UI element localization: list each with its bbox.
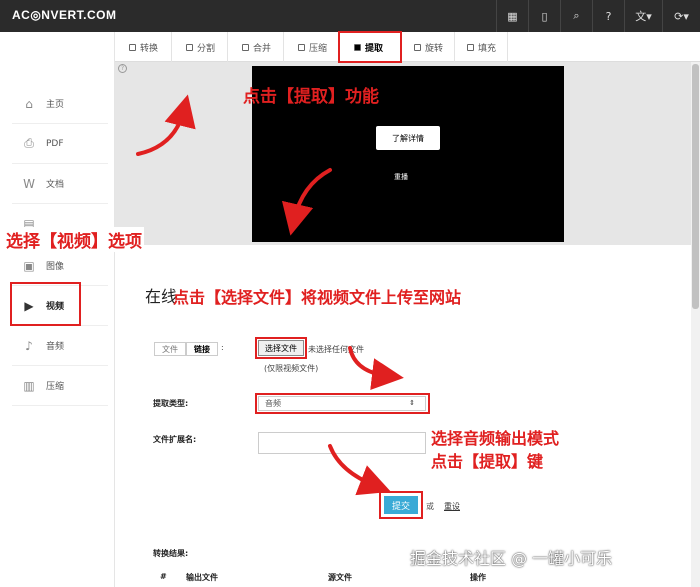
highlight-submit xyxy=(379,491,423,519)
refresh-icon[interactable]: ⟳▾ xyxy=(662,0,700,32)
sidebar-item-label: 文档 xyxy=(46,180,65,190)
annotation-select-video: 选择【视频】选项 xyxy=(4,227,144,252)
table-header-action: 操作 xyxy=(470,573,486,582)
search-icon[interactable]: ⌕ xyxy=(560,0,592,32)
sidebar-item-label: 主页 xyxy=(46,100,65,110)
annotation-audio-mode-line1: 选择音频输出模式 xyxy=(431,429,560,448)
pdf-icon: ⎙ xyxy=(24,136,34,150)
checkbox-icon xyxy=(298,43,305,51)
table-header-index: # xyxy=(160,572,167,581)
replay-text[interactable]: 重播 xyxy=(394,172,408,182)
or-text: 或 xyxy=(426,502,434,511)
sidebar-item-pdf[interactable]: ⎙ PDF xyxy=(12,124,108,164)
sidebar-item-archive[interactable]: ▥ 压缩 xyxy=(12,366,108,406)
source-tab-link[interactable]: 链接 xyxy=(186,342,218,356)
tab-compress[interactable]: 压缩 xyxy=(284,32,340,62)
top-icons: ▦ ▯ ⌕ ? 文▾ ⟳▾ xyxy=(496,0,700,32)
sidebar-item-label: 压缩 xyxy=(46,382,65,392)
grid-icon[interactable]: ▦ xyxy=(496,0,528,32)
file-extension-input[interactable] xyxy=(258,432,426,454)
annotation-choose-file: 点击【选择文件】将视频文件上传至网站 xyxy=(173,288,462,307)
language-icon[interactable]: 文▾ xyxy=(624,0,662,32)
checkbox-icon xyxy=(186,43,193,51)
reset-link[interactable]: 重设 xyxy=(444,501,460,512)
highlight-video-item xyxy=(10,282,81,326)
scrollbar-thumb[interactable] xyxy=(692,64,699,309)
help-icon[interactable]: ? xyxy=(592,0,624,32)
learn-more-button[interactable]: 了解详情 xyxy=(376,126,440,150)
highlight-choose-file xyxy=(255,337,307,359)
audio-icon: ♪ xyxy=(25,338,33,353)
extract-type-label: 提取类型: xyxy=(153,399,189,408)
mobile-icon[interactable]: ▯ xyxy=(528,0,560,32)
sidebar-item-label: 音频 xyxy=(46,342,65,352)
document-icon: W xyxy=(23,176,35,191)
info-icon[interactable]: ? xyxy=(118,64,127,73)
table-header-source: 源文件 xyxy=(328,573,352,582)
highlight-extract-type xyxy=(255,393,430,414)
tab-fill[interactable]: 填充 xyxy=(455,32,508,62)
sidebar-item-label: PDF xyxy=(46,138,64,149)
table-header-output: 输出文件 xyxy=(186,573,218,582)
top-bar: AC◎NVERT.COM ▦ ▯ ⌕ ? 文▾ ⟳▾ xyxy=(0,0,700,32)
checkbox-icon xyxy=(242,43,249,51)
tab-convert[interactable]: 转换 xyxy=(115,32,172,62)
sidebar-item-image[interactable]: ▣ 图像 xyxy=(12,246,108,286)
checkbox-icon xyxy=(129,43,136,51)
no-file-text: 未选择任何文件 xyxy=(308,345,364,354)
annotation-audio-mode-line2: 点击【提取】键 xyxy=(431,452,544,471)
checkbox-icon xyxy=(467,43,474,51)
watermark: 掘金技术社区 @ 一罐小可乐 xyxy=(410,549,613,568)
sidebar-item-label: 图像 xyxy=(46,262,65,272)
colon-label: : xyxy=(221,343,224,352)
video-only-hint: (仅限视频文件) xyxy=(264,364,319,373)
sidebar-item-audio[interactable]: ♪ 音频 xyxy=(12,326,108,366)
sidebar-item-document[interactable]: W 文档 xyxy=(12,164,108,204)
sidebar-item-home[interactable]: ⌂ 主页 xyxy=(12,84,108,124)
highlight-extract-tab xyxy=(338,31,402,63)
tab-merge[interactable]: 合并 xyxy=(228,32,284,62)
annotation-click-extract: 点击【提取】功能 xyxy=(243,87,379,107)
tab-rotate[interactable]: 旋转 xyxy=(402,32,455,62)
image-icon: ▣ xyxy=(23,258,35,273)
archive-icon: ▥ xyxy=(23,378,35,393)
checkbox-icon xyxy=(414,43,421,51)
tool-tabs: 转换 分割 合并 压缩 提取 旋转 填充 xyxy=(115,32,700,62)
file-extension-label: 文件扩展名: xyxy=(153,435,197,444)
logo[interactable]: AC◎NVERT.COM xyxy=(12,8,116,22)
source-tab-file[interactable]: 文件 xyxy=(154,342,186,356)
tab-split[interactable]: 分割 xyxy=(172,32,228,62)
home-icon: ⌂ xyxy=(25,96,33,111)
results-label: 转换结果: xyxy=(153,549,189,558)
